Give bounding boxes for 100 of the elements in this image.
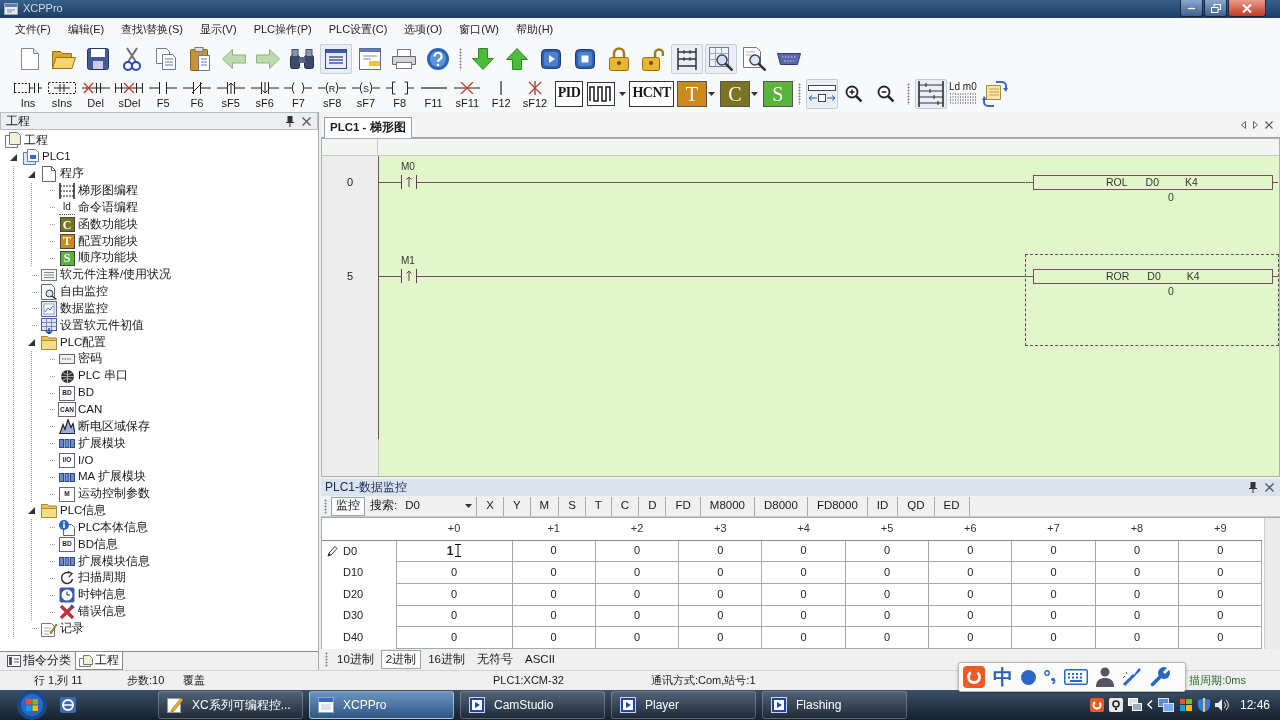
toolbar-button[interactable] [805,78,838,109]
ladder-tool-button[interactable]: sF11 [451,76,484,111]
taskbar-button[interactable]: XC系列可编程控... [158,691,303,719]
ladder-tool-button[interactable]: R sF8 [316,76,349,111]
filter-button[interactable]: ID [866,496,898,516]
toolbar-button[interactable] [320,43,352,74]
menu-item[interactable]: PLC操作(P) [245,22,321,38]
toolbar-button[interactable]: Ld m0 [946,78,979,109]
tree-item[interactable]: 扫描周期 [0,569,318,587]
pin-icon[interactable] [286,115,294,127]
tree-item[interactable]: 软元件注释/使用状况 [0,266,318,284]
expanded-triangle-icon[interactable] [27,507,35,515]
format-tab[interactable]: 16进制 [423,650,470,669]
monitor-button[interactable]: 监控 [331,496,365,516]
panel-tab[interactable]: 指令分类 [3,652,75,670]
close-icon[interactable] [302,116,311,126]
tree-item[interactable]: PLC 串口 [0,367,318,385]
clock[interactable]: 12:46 [1239,697,1270,713]
instruction-button[interactable]: PID [554,80,584,107]
keyboard-icon[interactable] [1064,669,1088,685]
tree-item[interactable]: 断电区域保存 [0,418,318,436]
filter-button[interactable]: M [529,496,559,516]
filter-button[interactable]: Y [502,496,530,516]
tree-item[interactable]: PLC1 [0,148,318,166]
menu-item[interactable]: 帮助(H) [507,22,562,38]
filter-button[interactable]: X [476,496,503,516]
filter-button[interactable]: ED [933,496,970,516]
restore-button[interactable] [1204,0,1227,17]
instruction-button[interactable]: HCNT [629,80,674,107]
tree-item[interactable]: 时钟信息 [0,586,318,604]
speaker-icon[interactable] [1214,699,1229,711]
taskbar-button[interactable]: CamStudio [460,691,605,719]
search-combo[interactable]: D0 [400,497,473,515]
minimize-button[interactable] [1180,0,1203,17]
tree-item[interactable]: ld 命令语编程 [0,199,318,217]
tree-item[interactable]: 记录 [0,620,318,638]
tree-item[interactable]: 错误信息 [0,603,318,621]
chevron-left-icon[interactable] [1146,700,1153,710]
ime-logo-icon[interactable] [963,666,985,688]
flag-icon[interactable] [1178,698,1193,712]
ladder-tool-button[interactable]: Ins [12,76,44,111]
ladder-tool-button[interactable]: sDel [113,76,146,111]
menu-item[interactable]: 显示(V) [191,22,246,38]
input-mode-toggle[interactable]: 中 [993,666,1013,688]
taskbar-button[interactable]: XCPPro [309,691,454,719]
tree-item[interactable]: MA 扩展模块 [0,468,318,486]
help-box-icon[interactable] [1108,698,1123,712]
expanded-triangle-icon[interactable] [27,339,35,347]
tree-item[interactable]: PLC信息 [0,502,318,520]
tree-item[interactable]: T 配置功能块 [0,233,318,250]
monitor-stack-icon[interactable] [1127,698,1142,712]
taskbar-button[interactable]: Player [611,691,756,719]
toolbar-button[interactable] [705,43,737,74]
close-button[interactable] [1228,0,1266,17]
format-tab[interactable]: 无符号 [472,650,518,669]
menu-item[interactable]: 查找\替换(S) [112,22,192,38]
ladder-tool-button[interactable]: F7 [282,76,315,111]
right-triangle-icon[interactable] [1253,120,1258,129]
tree-item[interactable]: 密码 [0,350,318,368]
format-tab[interactable]: 10进制 [332,650,379,669]
tree-item[interactable]: C 函数功能块 [0,216,318,234]
network-icon[interactable] [1157,698,1174,712]
ladder-tool-button[interactable]: F6 [181,76,213,111]
ladder-tool-button[interactable]: F5 [147,76,180,111]
ladder-tool-button[interactable]: F11 [417,76,450,111]
vertical-scrollbar[interactable] [1264,518,1280,649]
tree-item[interactable]: 工程 [0,132,318,149]
menu-item[interactable]: 编辑(E) [59,22,113,38]
close-icon[interactable] [1265,120,1273,129]
filter-button[interactable]: C [610,496,639,516]
instruction-box[interactable]: ROL D0 K4 [1033,174,1273,190]
ladder-tool-button[interactable]: Del [79,76,112,111]
filter-button[interactable]: M8000 [699,496,754,516]
ladder-tool-button[interactable]: F12 [485,76,518,111]
tree-item[interactable]: 梯形图编程 [0,182,318,200]
tree-item[interactable]: 程序 [0,165,318,183]
close-icon[interactable] [1265,483,1274,492]
menu-item[interactable]: PLC设置(C) [320,22,396,38]
format-tab[interactable]: ASCII [520,650,561,669]
toolbar-button[interactable] [671,43,703,74]
filter-button[interactable]: QD [897,496,934,516]
block-button[interactable]: C [719,80,750,107]
left-triangle-icon[interactable] [1241,120,1246,129]
tree-item[interactable]: 设置软元件初值 [0,317,318,335]
taskbar-button[interactable]: Flashing [762,691,907,719]
toolbar-button[interactable] [914,78,947,109]
filter-button[interactable]: T [584,496,611,516]
expanded-triangle-icon[interactable] [27,170,35,178]
punctuation-icon[interactable] [1044,670,1056,684]
menu-item[interactable]: 选项(O) [395,22,451,38]
tree-item[interactable]: 扩展模块 [0,435,318,453]
ladder-tool-button[interactable]: sF5 [214,76,247,111]
tree-item[interactable]: PLC本体信息 [0,519,318,537]
menu-item[interactable]: 文件(F) [6,22,60,38]
ladder-tool-button[interactable]: S sF7 [349,76,382,111]
panel-tab[interactable]: 工程 [75,652,123,670]
ime-tray-icon[interactable] [1089,698,1104,712]
menu-item[interactable]: 窗口(W) [450,22,508,38]
filter-button[interactable]: FD8000 [806,496,867,516]
ladder-tool-button[interactable]: F8 [383,76,416,111]
